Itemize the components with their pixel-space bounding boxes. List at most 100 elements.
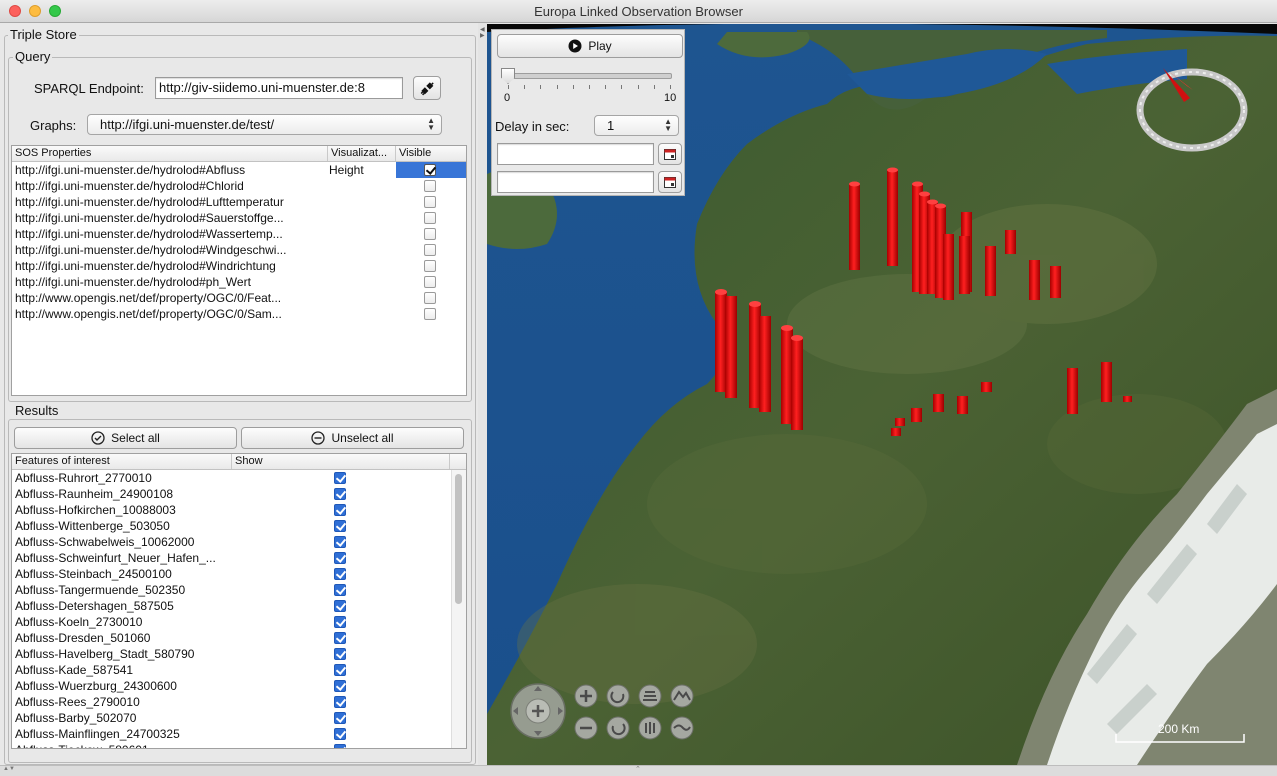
property-visualization[interactable]: Height (326, 162, 397, 178)
visible-checkbox[interactable] (424, 212, 436, 224)
play-button[interactable]: Play (497, 34, 683, 58)
select-all-button[interactable]: Select all (14, 427, 237, 449)
feature-row[interactable]: Abfluss-Raunheim_24900108 (12, 486, 450, 502)
visible-checkbox[interactable] (424, 292, 436, 304)
property-visualization[interactable] (326, 178, 397, 194)
zoom-out-icon[interactable] (574, 716, 598, 740)
show-checkbox[interactable] (334, 472, 346, 484)
property-visible-cell[interactable] (396, 290, 466, 306)
feature-row[interactable]: Abfluss-Wuerzburg_24300600 (12, 678, 450, 694)
endpoint-input[interactable]: http://giv-siidemo.uni-muenster.de:8 (155, 77, 403, 99)
show-checkbox[interactable] (334, 552, 346, 564)
unselect-all-button[interactable]: Unselect all (241, 427, 464, 449)
show-checkbox[interactable] (334, 696, 346, 708)
show-checkbox[interactable] (334, 568, 346, 580)
show-checkbox[interactable] (334, 616, 346, 628)
property-row[interactable]: http://ifgi.uni-muenster.de/hydrolod#Chl… (12, 178, 466, 194)
visible-checkbox[interactable] (424, 228, 436, 240)
start-date-input[interactable] (497, 143, 654, 165)
tilt-up-icon[interactable] (638, 684, 662, 708)
property-row[interactable]: http://ifgi.uni-muenster.de/hydrolod#Sau… (12, 210, 466, 226)
navigation-controls[interactable] (510, 683, 566, 739)
show-checkbox[interactable] (334, 632, 346, 644)
time-slider-track[interactable] (504, 73, 672, 79)
feature-row[interactable]: Abfluss-Rees_2790010 (12, 694, 450, 710)
feature-row[interactable]: Abfluss-Ruhrort_2770010 (12, 470, 450, 486)
tilt-down-icon[interactable] (638, 716, 662, 740)
property-visible-cell[interactable] (396, 162, 466, 178)
feature-row[interactable]: Abfluss-Barby_502070 (12, 710, 450, 726)
rotate-left-icon[interactable] (606, 684, 630, 708)
show-checkbox[interactable] (334, 536, 346, 548)
column-header-property[interactable]: SOS Properties (12, 146, 328, 161)
column-header-features[interactable]: Features of interest (12, 454, 232, 469)
exaggerate-down-icon[interactable] (670, 716, 694, 740)
feature-row[interactable]: Abfluss-Tieckow_580601 (12, 742, 450, 748)
show-checkbox[interactable] (334, 712, 346, 724)
property-row[interactable]: http://ifgi.uni-muenster.de/hydrolod#Abf… (12, 162, 466, 178)
property-row[interactable]: http://ifgi.uni-muenster.de/hydrolod#Win… (12, 258, 466, 274)
feature-row[interactable]: Abfluss-Wittenberge_503050 (12, 518, 450, 534)
connect-button[interactable] (413, 76, 441, 100)
end-date-picker-button[interactable] (658, 171, 682, 193)
time-slider-thumb[interactable] (501, 68, 515, 84)
property-visualization[interactable] (326, 306, 397, 322)
visible-checkbox[interactable] (424, 180, 436, 192)
rotate-right-icon[interactable] (606, 716, 630, 740)
zoom-in-icon[interactable] (574, 684, 598, 708)
visible-checkbox[interactable] (424, 164, 436, 176)
property-visible-cell[interactable] (396, 210, 466, 226)
property-visible-cell[interactable] (396, 258, 466, 274)
feature-row[interactable]: Abfluss-Hofkirchen_10088003 (12, 502, 450, 518)
feature-row[interactable]: Abfluss-Kade_587541 (12, 662, 450, 678)
resize-arrows-icon[interactable]: ▲▼ (3, 766, 15, 772)
show-checkbox[interactable] (334, 520, 346, 532)
column-header-show[interactable]: Show (232, 454, 450, 469)
show-checkbox[interactable] (334, 600, 346, 612)
property-visible-cell[interactable] (396, 178, 466, 194)
property-visible-cell[interactable] (396, 242, 466, 258)
visible-checkbox[interactable] (424, 308, 436, 320)
property-visible-cell[interactable] (396, 274, 466, 290)
visible-checkbox[interactable] (424, 260, 436, 272)
collapse-arrows-icon[interactable]: ◀ ▶ (480, 27, 485, 39)
visible-checkbox[interactable] (424, 196, 436, 208)
property-visualization[interactable] (326, 242, 397, 258)
property-row[interactable]: http://www.opengis.net/def/property/OGC/… (12, 306, 466, 322)
exaggerate-up-icon[interactable] (670, 684, 694, 708)
feature-row[interactable]: Abfluss-Detershagen_587505 (12, 598, 450, 614)
property-visualization[interactable] (326, 274, 397, 290)
feature-row[interactable]: Abfluss-Dresden_501060 (12, 630, 450, 646)
property-row[interactable]: http://ifgi.uni-muenster.de/hydrolod#Luf… (12, 194, 466, 210)
property-row[interactable]: http://ifgi.uni-muenster.de/hydrolod#ph_… (12, 274, 466, 290)
column-header-visualization[interactable]: Visualizat... (328, 146, 396, 161)
visible-checkbox[interactable] (424, 244, 436, 256)
feature-row[interactable]: Abfluss-Koeln_2730010 (12, 614, 450, 630)
property-visible-cell[interactable] (396, 194, 466, 210)
start-date-picker-button[interactable] (658, 143, 682, 165)
show-checkbox[interactable] (334, 584, 346, 596)
property-row[interactable]: http://www.opengis.net/def/property/OGC/… (12, 290, 466, 306)
graphs-select[interactable]: http://ifgi.uni-muenster.de/test/ ▲ ▼ (87, 114, 442, 135)
show-checkbox[interactable] (334, 728, 346, 740)
show-checkbox[interactable] (334, 504, 346, 516)
split-divider[interactable]: ◀ ▶ (478, 23, 487, 765)
feature-row[interactable]: Abfluss-Havelberg_Stadt_580790 (12, 646, 450, 662)
show-checkbox[interactable] (334, 488, 346, 500)
features-scrollbar[interactable] (451, 470, 466, 748)
property-visualization[interactable] (326, 194, 397, 210)
feature-row[interactable]: Abfluss-Schweinfurt_Neuer_Hafen_... (12, 550, 450, 566)
column-header-visible[interactable]: Visible (396, 146, 466, 161)
split-handle-icon[interactable]: ⌃ (635, 765, 641, 773)
feature-row[interactable]: Abfluss-Mainflingen_24700325 (12, 726, 450, 742)
property-visualization[interactable] (326, 290, 397, 306)
show-checkbox[interactable] (334, 664, 346, 676)
show-checkbox[interactable] (334, 744, 346, 748)
property-visible-cell[interactable] (396, 306, 466, 322)
end-date-input[interactable] (497, 171, 654, 193)
property-visualization[interactable] (326, 226, 397, 242)
property-visualization[interactable] (326, 210, 397, 226)
feature-row[interactable]: Abfluss-Steinbach_24500100 (12, 566, 450, 582)
delay-select[interactable]: 1 ▲ ▼ (594, 115, 679, 136)
features-scrollbar-thumb[interactable] (455, 474, 462, 604)
